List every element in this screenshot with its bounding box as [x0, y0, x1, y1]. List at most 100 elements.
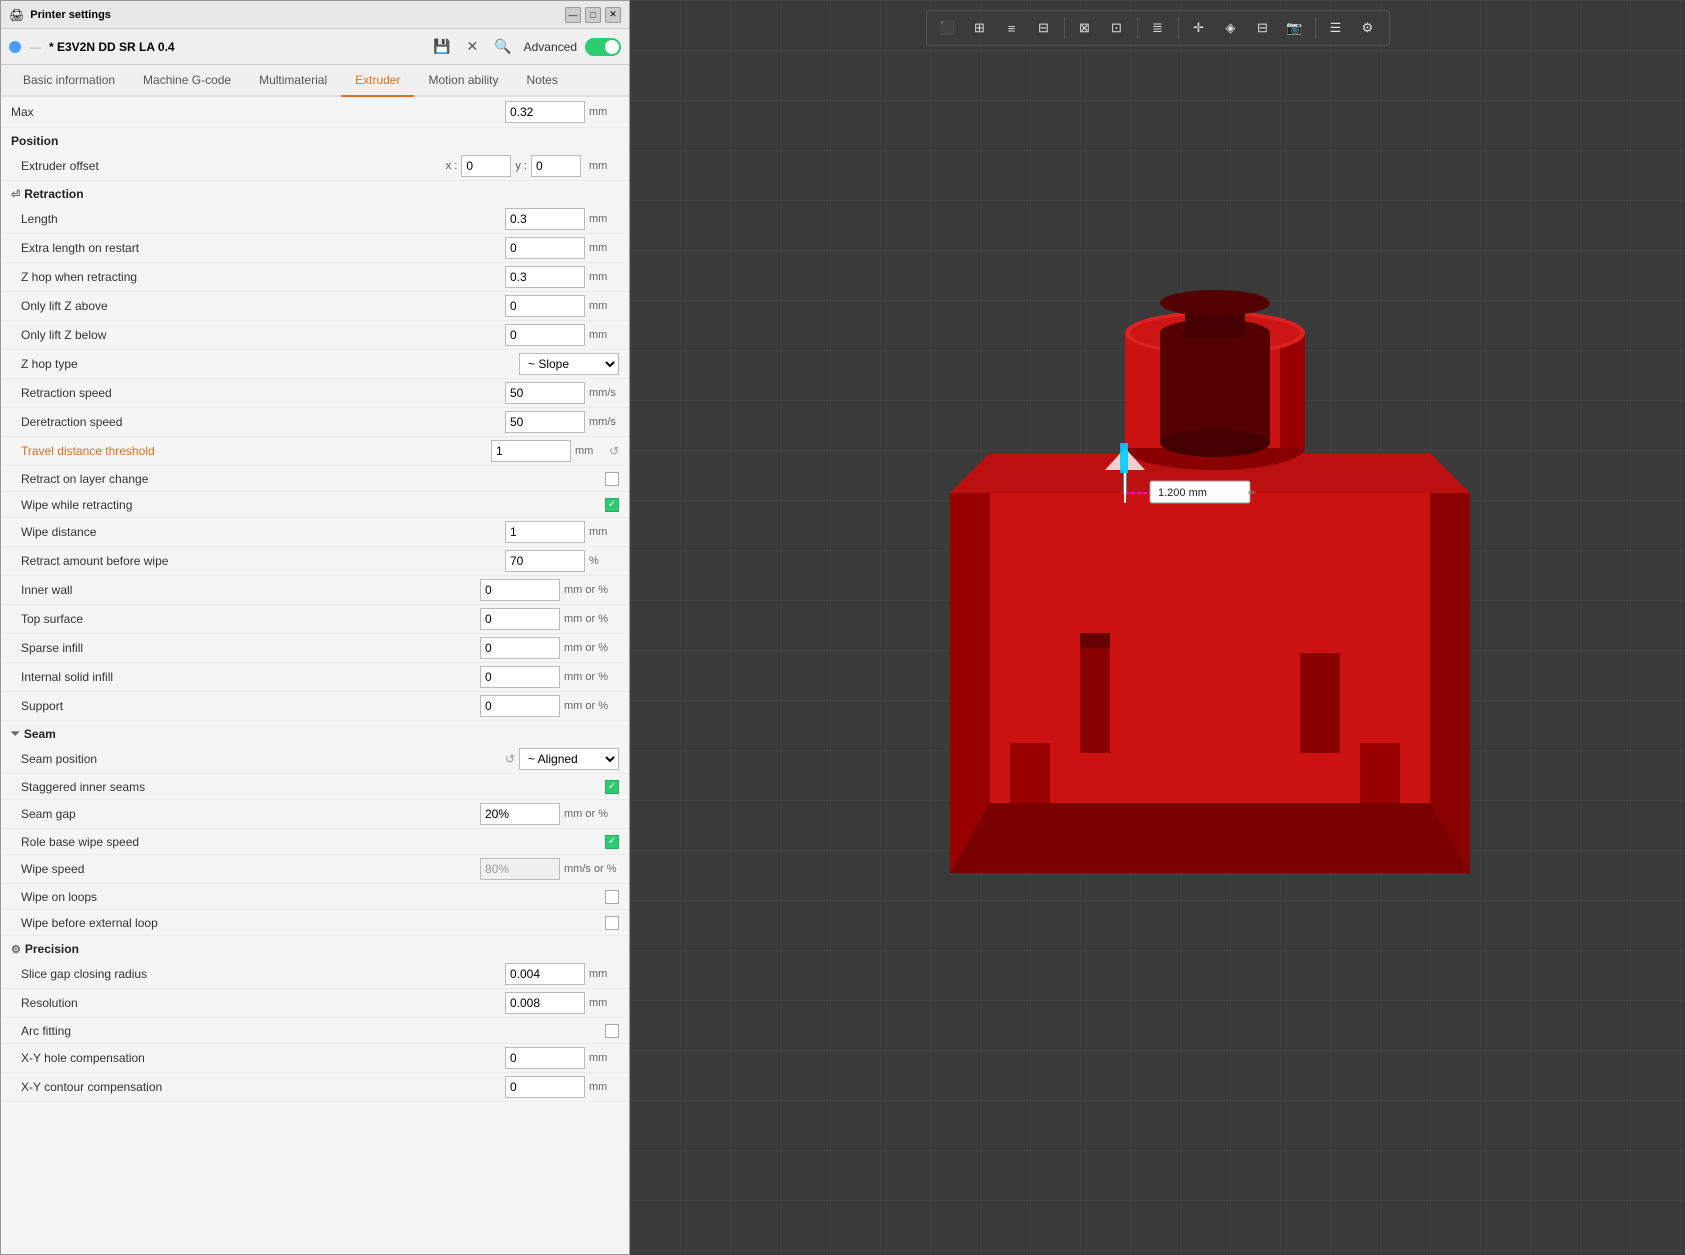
save-button[interactable]: 💾	[429, 36, 454, 57]
restore-button[interactable]: □	[585, 7, 601, 23]
retraction-icon: ⏎	[11, 188, 20, 201]
sparse-infill-unit: mm or %	[564, 642, 619, 654]
xy-contour-label: X-Y contour compensation	[21, 1080, 505, 1094]
seam-position-select[interactable]: ~ Aligned Rear Nearest Random	[519, 748, 619, 770]
staggered-seams-row: Staggered inner seams ✓	[1, 774, 629, 800]
retraction-speed-unit: mm/s	[589, 387, 619, 399]
close-profile-button[interactable]: ✕	[462, 36, 482, 57]
support-input[interactable]	[480, 695, 560, 717]
retract-layer-change-label: Retract on layer change	[21, 472, 605, 486]
close-button[interactable]: ✕	[605, 7, 621, 23]
internal-solid-unit: mm or %	[564, 671, 619, 683]
internal-solid-row: Internal solid infill mm or %	[1, 663, 629, 692]
retraction-speed-input[interactable]	[505, 382, 585, 404]
zhop-type-select[interactable]: ~ Slope Normal	[519, 353, 619, 375]
role-wipe-speed-row: Role base wipe speed ✓	[1, 829, 629, 855]
travel-distance-reset[interactable]: ↺	[609, 444, 619, 458]
support-label: Support	[21, 699, 480, 713]
zhop-input[interactable]	[505, 266, 585, 288]
section-retraction: ⏎ Retraction	[1, 181, 629, 205]
top-surface-input[interactable]	[480, 608, 560, 630]
sparse-infill-row: Sparse infill mm or %	[1, 634, 629, 663]
extruder-offset-x[interactable]	[461, 155, 511, 177]
xy-hole-unit: mm	[589, 1052, 619, 1064]
lift-z-below-label: Only lift Z below	[21, 328, 505, 342]
lift-z-above-input[interactable]	[505, 295, 585, 317]
role-wipe-speed-checkbox[interactable]: ✓	[605, 835, 619, 849]
xy-hole-input[interactable]	[505, 1047, 585, 1069]
extruder-offset-y[interactable]	[531, 155, 581, 177]
seam-position-reset[interactable]: ↺	[505, 752, 515, 766]
wipe-distance-unit: mm	[589, 526, 619, 538]
extruder-offset-label: Extruder offset	[21, 159, 446, 173]
resolution-input[interactable]	[505, 992, 585, 1014]
lift-z-below-row: Only lift Z below mm	[1, 321, 629, 350]
inner-wall-input[interactable]	[480, 579, 560, 601]
tab-multimaterial[interactable]: Multimaterial	[245, 65, 341, 97]
panel-content: Max mm Position Extruder offset x : y : …	[1, 97, 629, 1254]
svg-text:1.200 mm: 1.200 mm	[1158, 487, 1207, 499]
tab-notes[interactable]: Notes	[513, 65, 572, 97]
xy-hole-row: X-Y hole compensation mm	[1, 1044, 629, 1073]
top-surface-unit: mm or %	[564, 613, 619, 625]
staggered-seams-checkbox[interactable]: ✓	[605, 780, 619, 794]
max-label: Max	[11, 105, 505, 119]
advanced-toggle[interactable]	[585, 38, 621, 56]
lift-z-above-row: Only lift Z above mm	[1, 292, 629, 321]
tab-extruder[interactable]: Extruder	[341, 65, 414, 97]
travel-distance-input[interactable]	[491, 440, 571, 462]
zhop-label: Z hop when retracting	[21, 270, 505, 284]
extra-length-row: Extra length on restart mm	[1, 234, 629, 263]
max-input[interactable]	[505, 101, 585, 123]
wipe-loops-row: Wipe on loops	[1, 884, 629, 910]
extra-length-unit: mm	[589, 242, 619, 254]
retraction-speed-row: Retraction speed mm/s	[1, 379, 629, 408]
wipe-distance-row: Wipe distance mm	[1, 518, 629, 547]
retract-amount-input[interactable]	[505, 550, 585, 572]
wipe-speed-row: Wipe speed mm/s or %	[1, 855, 629, 884]
window-controls: — □ ✕	[565, 7, 621, 23]
lift-z-below-unit: mm	[589, 329, 619, 341]
wipe-distance-input[interactable]	[505, 521, 585, 543]
seam-position-row: Seam position ↺ ~ Aligned Rear Nearest R…	[1, 745, 629, 774]
tab-motion-ability[interactable]: Motion ability	[414, 65, 512, 97]
precision-icon: ⚙	[11, 943, 21, 956]
retraction-length-input[interactable]	[505, 208, 585, 230]
section-seam: ⏷ Seam	[1, 721, 629, 745]
wipe-retracting-label: Wipe while retracting	[21, 498, 605, 512]
viewport-panel: ⬛ ⊞ ≡ ⊟ ⊠ ⊡ ≣ ✛ ◈ ⊟ 📷 ☰ ⚙	[630, 0, 1685, 1255]
deretraction-speed-input[interactable]	[505, 411, 585, 433]
sparse-infill-input[interactable]	[480, 637, 560, 659]
extra-length-input[interactable]	[505, 237, 585, 259]
retraction-speed-label: Retraction speed	[21, 386, 505, 400]
wipe-distance-label: Wipe distance	[21, 525, 505, 539]
extruder-offset-row: Extruder offset x : y : mm	[1, 152, 629, 181]
internal-solid-input[interactable]	[480, 666, 560, 688]
wipe-retracting-checkbox[interactable]: ✓	[605, 498, 619, 512]
wipe-external-loop-checkbox[interactable]	[605, 916, 619, 930]
inner-wall-unit: mm or %	[564, 584, 619, 596]
seam-gap-row: Seam gap mm or %	[1, 800, 629, 829]
support-row: Support mm or %	[1, 692, 629, 721]
arc-fitting-checkbox[interactable]	[605, 1024, 619, 1038]
slice-gap-label: Slice gap closing radius	[21, 967, 505, 981]
lift-z-above-unit: mm	[589, 300, 619, 312]
search-button[interactable]: 🔍	[490, 36, 515, 57]
top-surface-row: Top surface mm or %	[1, 605, 629, 634]
tab-machine-gcode[interactable]: Machine G-code	[129, 65, 245, 97]
deretraction-speed-label: Deretraction speed	[21, 415, 505, 429]
wipe-loops-checkbox[interactable]	[605, 890, 619, 904]
wipe-speed-label: Wipe speed	[21, 862, 480, 876]
retract-layer-change-checkbox[interactable]	[605, 472, 619, 486]
seam-gap-unit: mm or %	[564, 808, 619, 820]
xy-contour-input[interactable]	[505, 1076, 585, 1098]
slice-gap-input[interactable]	[505, 963, 585, 985]
tab-basic-information[interactable]: Basic information	[9, 65, 129, 97]
seam-gap-input[interactable]	[480, 803, 560, 825]
retraction-length-row: Length mm	[1, 205, 629, 234]
wipe-speed-input[interactable]	[480, 858, 560, 880]
minimize-button[interactable]: —	[565, 7, 581, 23]
lift-z-below-input[interactable]	[505, 324, 585, 346]
extra-length-label: Extra length on restart	[21, 241, 505, 255]
toolbar-row: — * E3V2N DD SR LA 0.4 💾 ✕ 🔍 Advanced	[1, 29, 629, 65]
